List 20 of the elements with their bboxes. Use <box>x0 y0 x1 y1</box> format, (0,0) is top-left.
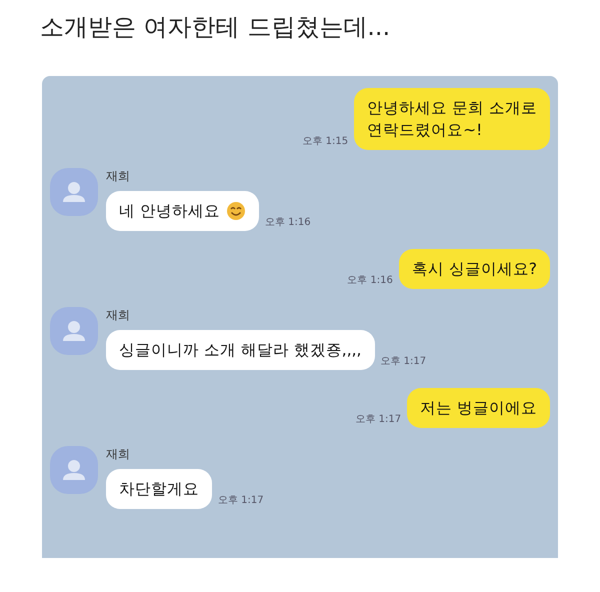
smiley-icon <box>226 201 246 221</box>
profile-avatar-icon[interactable] <box>50 168 98 216</box>
sender-name: 재희 <box>106 446 131 463</box>
message-time: 오후 1:15 <box>302 135 348 148</box>
sender-name: 재희 <box>106 307 131 324</box>
sent-message: 저는 벙글이에요 <box>407 388 550 428</box>
profile-avatar-icon[interactable] <box>50 446 98 494</box>
message-time: 오후 1:16 <box>264 216 311 229</box>
message-time: 오후 1:17 <box>380 355 426 368</box>
post-title: 소개받은 여자한테 드립쳤는데... <box>40 12 392 43</box>
sent-message: 혹시 싱글이세요? <box>398 249 550 289</box>
received-message: 싱글이니까 소개 해달라 했겠죵,,,, <box>106 330 374 370</box>
received-message: 네 안녕하세요 <box>106 191 259 231</box>
message-time: 오후 1:16 <box>347 274 393 287</box>
profile-avatar-icon[interactable] <box>50 307 98 355</box>
received-message: 차단할게요 <box>106 469 212 509</box>
sender-name: 재희 <box>106 168 131 185</box>
sent-message: 안녕하세요 문희 소개로 연락드렸어요~! <box>354 88 550 150</box>
message-time: 오후 1:17 <box>355 413 402 426</box>
message-time: 오후 1:17 <box>218 494 264 507</box>
